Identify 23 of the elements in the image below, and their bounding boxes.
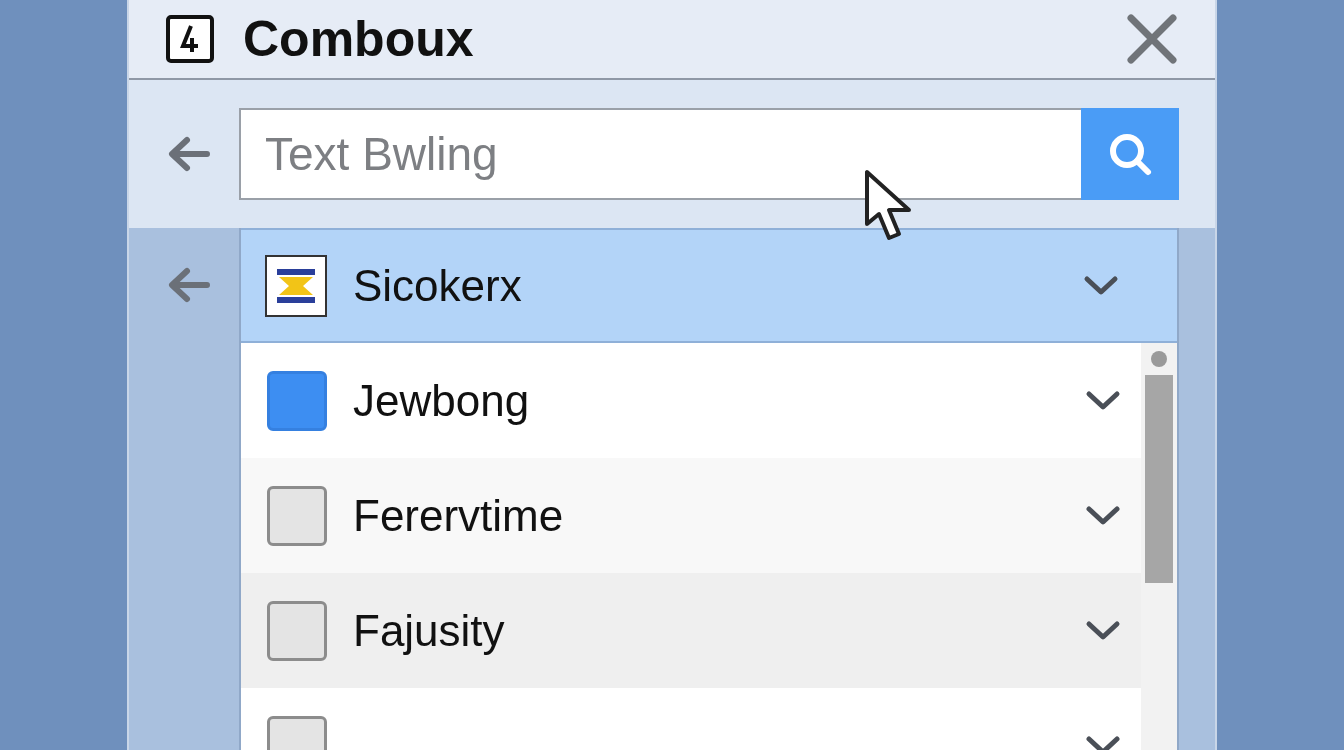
scrollbar[interactable] [1141,343,1177,750]
item-label: Ferervtime [353,489,565,542]
chevron-down-icon [1085,389,1121,412]
list-item[interactable]: Jewbong [241,343,1141,458]
item-label: Jewbong [353,374,531,427]
checkbox[interactable] [267,485,327,546]
window-title: Comboux [243,9,475,69]
search-button[interactable] [1081,108,1179,200]
combo-label: Sicokerx [353,259,523,312]
search-field[interactable]: Text Bwling [239,108,1081,200]
list-item[interactable]: Ferervtime [241,458,1141,573]
app-icon [165,14,215,64]
chevron-down-icon [1083,274,1119,297]
close-icon[interactable] [1125,12,1179,66]
checkbox[interactable] [267,370,327,431]
chevron-down-icon [1085,504,1121,527]
item-label: Fajusity [353,604,506,657]
list-item[interactable]: Fajusity [241,573,1141,688]
combo-box[interactable]: Sicokerx [241,228,1177,343]
app-icon [265,254,327,317]
chevron-down-icon [1085,619,1121,642]
checkbox[interactable] [267,600,327,661]
chevron-down-icon [1085,734,1121,750]
